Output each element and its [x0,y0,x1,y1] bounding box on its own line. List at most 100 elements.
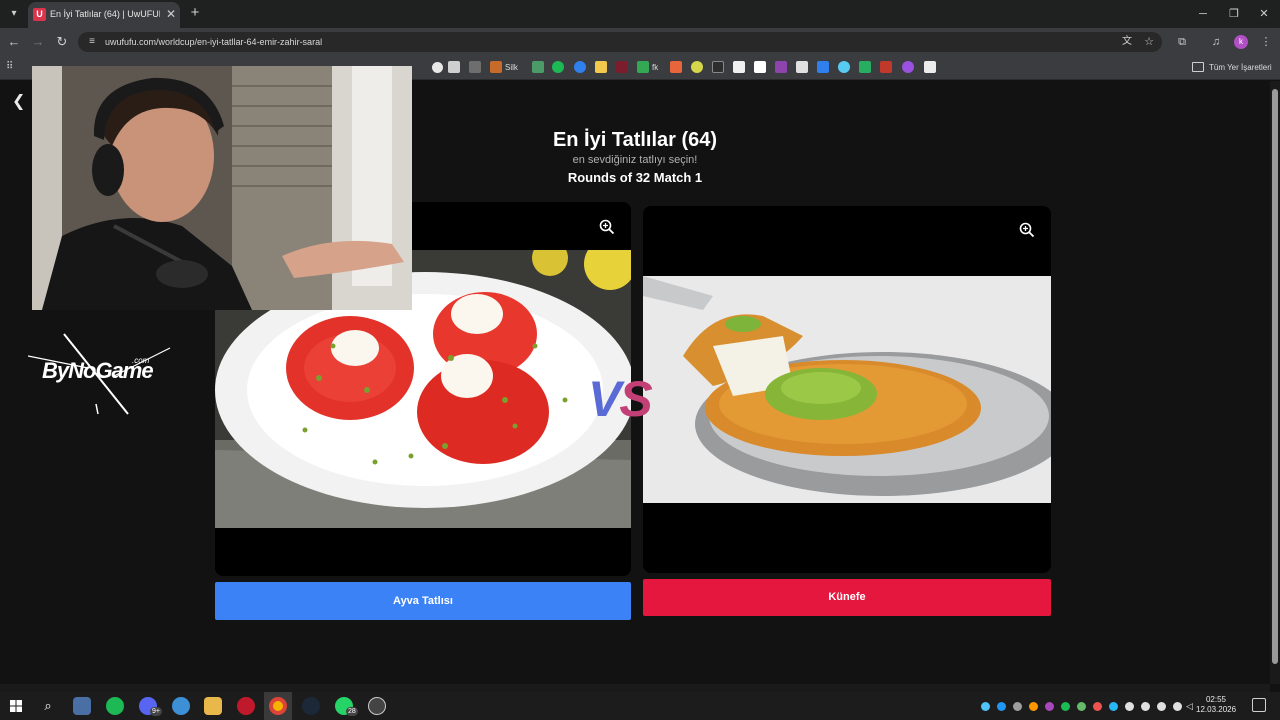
restore-icon[interactable]: ❐ [1225,6,1243,22]
opera-app-icon[interactable] [237,697,255,715]
file-explorer-icon[interactable] [204,697,222,715]
forward-arrow-icon[interactable]: → [30,34,46,50]
bookmark-favicon-icon[interactable] [691,61,703,73]
tray-app-icon[interactable] [1045,702,1054,711]
kunefe-image[interactable] [643,276,1051,503]
profile-avatar[interactable]: k [1234,35,1248,49]
bookmark-favicon-icon[interactable] [754,61,766,73]
bookmark-favicon-icon[interactable] [775,61,787,73]
streamer-webcam-image [32,66,412,310]
kebab-menu-icon[interactable]: ⋮ [1258,34,1274,50]
bookmark-fk-label[interactable]: fk [652,62,658,74]
tray-app-icon[interactable] [1157,702,1166,711]
site-info-icon[interactable]: ≡ [86,36,98,48]
volume-icon[interactable]: ◁ [1186,700,1196,712]
notification-center-icon[interactable] [1252,698,1266,712]
back-chevron-icon[interactable]: ❮ [12,92,26,112]
tab-bar: ▾ U En İyi Tatlılar (64) | UwUFUFU ✕ + ─… [0,0,1280,28]
choose-ayva-tatlisi-button[interactable]: Ayva Tatlısı [215,582,631,620]
tray-app-icon[interactable] [981,702,990,711]
bookmark-silk-label[interactable]: Silk [505,62,518,74]
tray-spotify-icon[interactable] [1061,702,1070,711]
webcam-overlay [32,66,412,310]
tray-app-icon[interactable] [1077,702,1086,711]
bookmark-favicon-icon[interactable] [574,61,586,73]
clock-date[interactable]: 12.03.2026 [1196,705,1236,715]
clock-time[interactable]: 02:55 [1196,695,1236,705]
window-close-icon[interactable]: ✕ [1255,6,1273,22]
browser-toolbar: ← → ↻ ≡ uwufufu.com/worldcup/en-iyi-tatl… [0,28,1280,56]
bookmark-favicon-icon[interactable] [796,61,808,73]
app-icon[interactable] [172,697,190,715]
bookmark-star-icon[interactable]: ☆ [1142,34,1156,50]
bookmark-favicon-icon[interactable] [817,61,829,73]
bookmark-favicon-icon[interactable] [859,61,871,73]
bookmark-favicon-icon[interactable] [838,61,850,73]
steam-app-icon[interactable] [302,697,320,715]
discord-badge: 9+ [150,707,162,716]
reload-icon[interactable]: ↻ [54,34,70,50]
bookmark-favicon-icon[interactable] [924,61,936,73]
network-icon[interactable] [1141,702,1150,711]
vs-v-letter: V [588,371,621,427]
bookmark-favicon-icon[interactable] [469,61,481,73]
horizontal-scrollbar[interactable] [0,684,1270,692]
bookmark-favicon-icon[interactable] [712,61,724,73]
page-subtitle: en sevdiğiniz tatlıyı seçin! [572,154,698,166]
apps-grid-icon[interactable]: ⠿ [6,61,18,73]
bookmark-favicon-icon[interactable] [637,61,649,73]
tray-app-icon[interactable] [1109,702,1118,711]
windows-start-icon[interactable] [10,700,22,712]
zoom-in-icon[interactable] [599,219,615,235]
search-icon[interactable]: ⌕ [39,697,57,715]
bookmark-favicon-icon[interactable] [448,61,460,73]
tray-app-icon[interactable] [1029,702,1038,711]
folder-icon [1192,62,1204,72]
bookmark-favicon-icon[interactable] [532,61,544,73]
url-text: uwufufu.com/worldcup/en-iyi-tatllar-64-e… [105,37,323,47]
tray-app-icon[interactable] [1013,702,1022,711]
tab-search-chevron-icon[interactable]: ▾ [6,6,22,22]
tray-app-icon[interactable] [1125,702,1134,711]
vs-s-letter: S [619,371,652,427]
scrollbar-thumb[interactable] [1272,89,1278,664]
right-choice-card[interactable] [643,206,1051,573]
task-view-app-icon[interactable] [73,697,91,715]
vertical-scrollbar[interactable] [1270,81,1280,684]
minimize-icon[interactable]: ─ [1194,6,1212,22]
spotify-favicon-icon[interactable] [552,61,564,73]
tab-close-icon[interactable]: ✕ [164,7,178,21]
bookmark-favicon-icon[interactable] [616,61,628,73]
extensions-puzzle-icon[interactable]: ⧉ [1174,34,1190,50]
zoom-in-icon[interactable] [1019,222,1035,238]
choose-kunefe-button[interactable]: Künefe [643,579,1051,616]
vs-label: VS [588,370,653,428]
bookmark-favicon-icon[interactable] [880,61,892,73]
bookmark-favicon-icon[interactable] [670,61,682,73]
spotify-app-icon[interactable] [106,697,124,715]
bookmark-favicon-icon[interactable] [733,61,745,73]
bookmark-favicon-icon[interactable] [902,61,914,73]
media-control-icon[interactable]: ♫ [1208,34,1224,50]
all-bookmarks-label[interactable]: Tüm Yer İşaretleri [1209,62,1272,74]
battery-icon[interactable] [1173,702,1182,711]
bookmark-favicon-icon[interactable] [595,61,607,73]
page-title: En İyi Tatlılar (64) [552,129,718,151]
tab-title: En İyi Tatlılar (64) | UwUFUFU [50,9,160,19]
silk-favicon-icon[interactable] [490,61,502,73]
obs-app-icon[interactable] [368,697,386,715]
address-bar[interactable]: ≡ uwufufu.com/worldcup/en-iyi-tatllar-64… [78,32,1162,52]
new-tab-plus-icon[interactable]: + [186,4,204,22]
back-arrow-icon[interactable]: ← [6,34,22,50]
bookmark-favicon-icon[interactable] [432,62,443,73]
whatsapp-badge: 28 [346,707,358,716]
tray-app-icon[interactable] [997,702,1006,711]
tray-app-icon[interactable] [1093,702,1102,711]
round-label: Rounds of 32 Match 1 [567,170,703,185]
site-favicon-icon: U [33,8,46,21]
chrome-app-icon[interactable] [269,697,287,715]
browser-tab[interactable]: U En İyi Tatlılar (64) | UwUFUFU ✕ [28,2,180,28]
logo-suffix: .com [132,356,150,365]
translate-icon[interactable]: 文 [1120,34,1134,50]
bynogame-logo: ByNoGame .com [28,332,172,416]
